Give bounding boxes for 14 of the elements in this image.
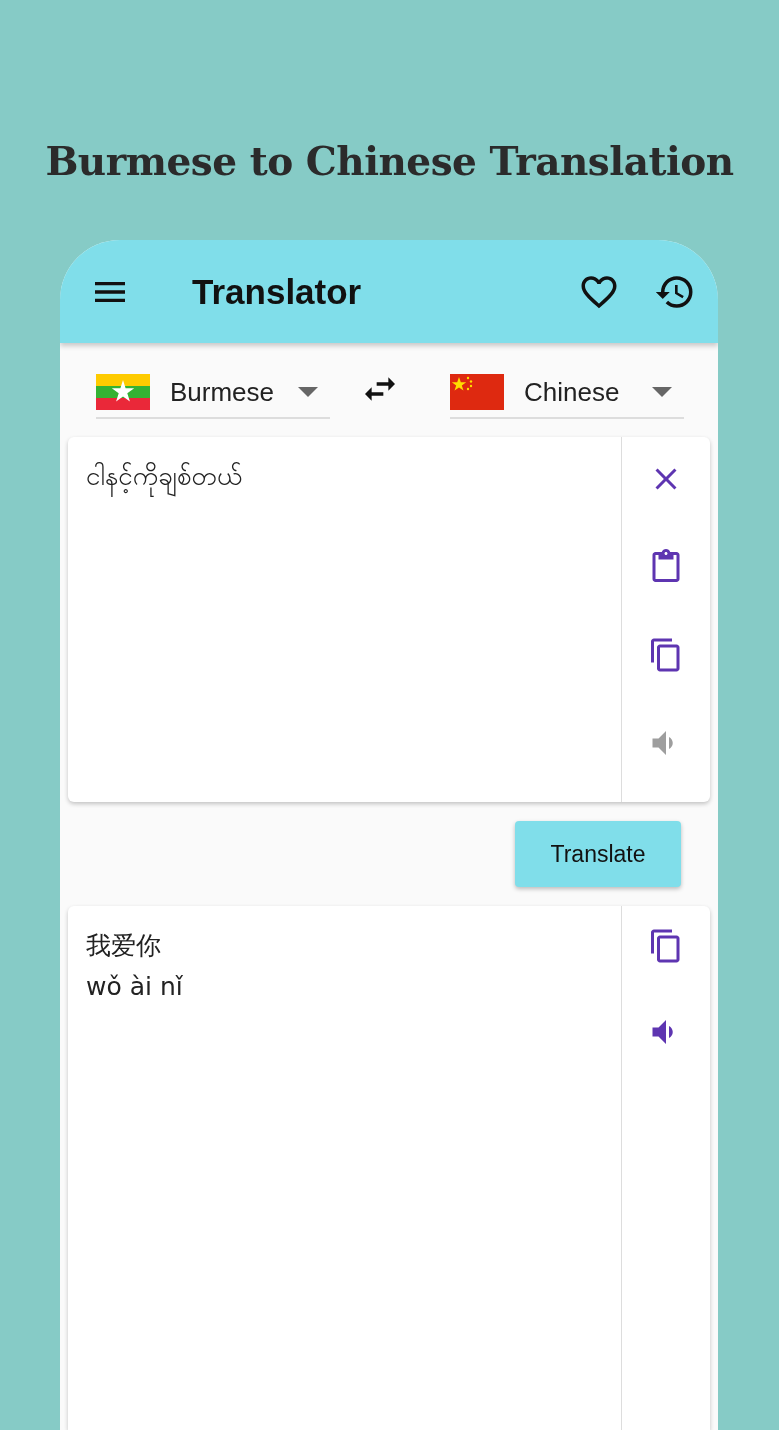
caret-icon — [298, 387, 318, 397]
language-name: Chinese — [524, 376, 621, 408]
source-text-field[interactable]: ငါနင့်ကိုချစ်တယ် — [68, 437, 621, 520]
pinyin-text: wǒ ài nǐ — [86, 971, 183, 1003]
flag-icon — [450, 374, 504, 410]
language-dropdown[interactable]: Burmese — [96, 367, 330, 419]
language-name: Burmese — [170, 376, 276, 408]
translate-button[interactable]: Translate — [515, 821, 681, 887]
headline: Burmese to Chinese Translation — [44, 137, 735, 186]
caret-icon — [652, 387, 672, 397]
language-dropdown[interactable]: Chinese — [450, 367, 684, 419]
app-title: Translator — [192, 271, 362, 312]
flag-icon — [96, 374, 150, 410]
translated-text: 我爱你 — [86, 930, 161, 962]
